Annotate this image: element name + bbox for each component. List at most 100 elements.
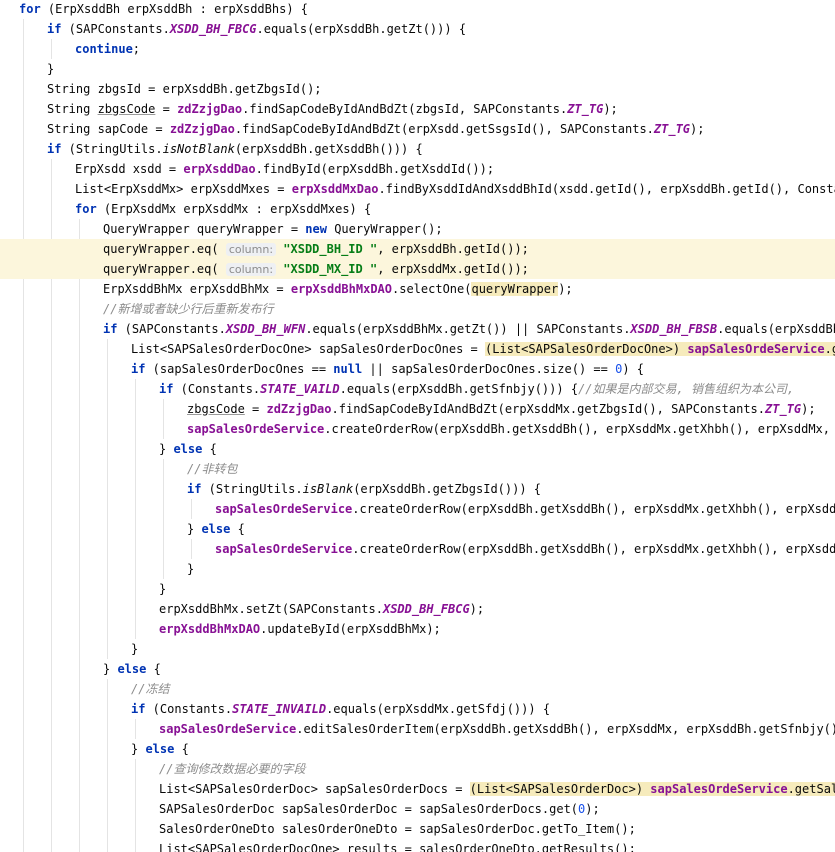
code-token: .selectOne( [392,282,472,296]
code-token: "XSDD_MX_ID " [283,262,378,276]
code-line[interactable]: for (ErpXsddMx erpXsddMx : erpXsddMxes) … [0,199,835,219]
code-token: erpXsddMxDao [291,182,379,196]
code-token: erpXsddBhMxDAO [290,282,392,296]
code-line[interactable]: } [0,59,835,79]
code-token: sapSalesOrdeService [215,502,353,516]
code-token: STATE_VAILD [260,382,340,396]
code-line[interactable]: QueryWrapper queryWrapper = new QueryWra… [0,219,835,239]
code-editor[interactable]: for (ErpXsddBh erpXsddBh : erpXsddBhs) {… [0,0,835,852]
code-token: (List<SAPSalesOrderDoc>) [469,782,651,796]
code-token: else [145,742,175,756]
code-token: } [47,62,55,76]
code-token: (sapSalesOrderDocOnes == [145,362,334,376]
code-line[interactable]: erpXsddBhMx.setZt(SAPConstants.XSDD_BH_F… [0,599,835,619]
code-token: (erpXsddBh.getXsddBh())) { [234,142,423,156]
code-comment: //冻结 [131,682,170,696]
code-token: || sapSalesOrderDocOnes.size() == [362,362,616,376]
code-line[interactable]: for (ErpXsddBh erpXsddBh : erpXsddBhs) { [0,0,835,19]
code-line[interactable]: if (sapSalesOrderDocOnes == null || sapS… [0,359,835,379]
code-line[interactable]: sapSalesOrdeService.editSalesOrderItem(e… [0,719,835,739]
code-line[interactable]: } [0,559,835,579]
code-line[interactable]: ErpXsdd xsdd = erpXsddDao.findById(erpXs… [0,159,835,179]
code-token: XSDD_BH_FBCG [169,22,257,36]
code-token: queryWrapper.eq( [103,242,226,256]
code-token: ZT_TG [765,402,802,416]
code-token: } [187,562,195,576]
code-line[interactable]: if (StringUtils.isBlank(erpXsddBh.getZbg… [0,479,835,499]
code-token: { [202,442,217,456]
code-token: .createOrderRow(erpXsddBh.getXsddBh(), e… [324,422,831,436]
code-token: else [201,522,231,536]
code-line[interactable]: if (SAPConstants.XSDD_BH_WFN.equals(erpX… [0,319,835,339]
code-token: zbgsCode [187,402,245,416]
code-token: null [333,362,363,376]
code-line[interactable]: } [0,639,835,659]
code-line[interactable]: if (Constants.STATE_VAILD.equals(erpXsdd… [0,379,835,399]
code-line[interactable]: String sapCode = zdZzjgDao.findSapCodeBy… [0,119,835,139]
code-token: erpXsddBhMxDAO [159,622,261,636]
code-line[interactable]: String zbgsCode = zdZzjgDao.findSapCodeB… [0,99,835,119]
code-token: SAPSalesOrderDoc sapSalesOrderDoc = sapS… [159,802,579,816]
code-line[interactable]: sapSalesOrdeService.createOrderRow(erpXs… [0,419,835,439]
code-token: XSDD_BH_FBSB [630,322,718,336]
code-comment: //如果是内部交易, 销售组织为本公司, [578,382,795,396]
code-line[interactable]: List<SAPSalesOrderDoc> sapSalesOrderDocs… [0,779,835,799]
code-token: zdZzjgDao [177,102,243,116]
code-line[interactable]: if (StringUtils.isNotBlank(erpXsddBh.get… [0,139,835,159]
code-token: queryWrapper [471,282,559,296]
code-token: ); [585,802,600,816]
code-token: ErpXsddBhMx erpXsddBhMx = [103,282,291,296]
code-line[interactable]: if (SAPConstants.XSDD_BH_FBCG.equals(erp… [0,19,835,39]
code-token: QueryWrapper queryWrapper = [103,222,306,236]
code-token: String zbgsId = erpXsddBh.getZbgsId(); [47,82,322,96]
code-line[interactable]: //查询修改数据必要的字段 [0,759,835,779]
code-line[interactable]: } else { [0,439,835,459]
code-token: .findByXsddIdAndXsddBhId(xsdd.getId(), e… [378,182,835,196]
code-line[interactable]: queryWrapper.eq( column: "XSDD_BH_ID ", … [0,239,835,259]
code-line[interactable]: ErpXsddBhMx erpXsddBhMx = erpXsddBhMxDAO… [0,279,835,299]
code-token: isNotBlank [162,142,235,156]
code-line[interactable]: String zbgsId = erpXsddBh.getZbgsId(); [0,79,835,99]
code-line[interactable]: } else { [0,739,835,759]
code-line[interactable]: List<SAPSalesOrderDocOne> sapSalesOrderD… [0,339,835,359]
code-token: ); [558,282,573,296]
code-token: else [173,442,203,456]
code-token: = [244,402,267,416]
code-line[interactable]: } else { [0,659,835,679]
code-line[interactable]: //非转包 [0,459,835,479]
code-line[interactable]: sapSalesOrdeService.createOrderRow(erpXs… [0,539,835,559]
code-line[interactable]: //冻结 [0,679,835,699]
code-token: } [159,582,167,596]
code-token: (erpXsddBh.getZbgsId())) { [353,482,542,496]
code-line[interactable]: sapSalesOrdeService.createOrderRow(erpXs… [0,499,835,519]
code-token: ); [603,102,618,116]
code-token: } [131,642,139,656]
code-line[interactable]: zbgsCode = zdZzjgDao.findSapCodeByIdAndB… [0,399,835,419]
code-token: .findById(erpXsddBh.getXsddId()); [255,162,495,176]
code-token: XSDD_BH_WFN [225,322,306,336]
code-token: STATE_INVAILD [232,702,327,716]
code-token: ZT_TG [653,122,691,136]
code-line[interactable]: List<ErpXsddMx> erpXsddMxes = erpXsddMxD… [0,179,835,199]
code-line[interactable]: queryWrapper.eq( column: "XSDD_MX_ID ", … [0,259,835,279]
code-token: for [19,2,41,16]
code-token: queryWrapper.eq( [103,262,226,276]
code-token: = [155,102,178,116]
code-token: ); [469,602,485,616]
code-line[interactable]: if (Constants.STATE_INVAILD.equals(erpXs… [0,699,835,719]
code-token: .updateById(erpXsddBhMx); [260,622,441,636]
code-line[interactable]: SAPSalesOrderDoc sapSalesOrderDoc = sapS… [0,799,835,819]
code-line[interactable]: } else { [0,519,835,539]
code-comment: //非转包 [187,462,238,476]
code-line[interactable]: erpXsddBhMxDAO.updateById(erpXsddBhMx); [0,619,835,639]
code-line[interactable]: //新增或者缺少行后重新发布行 [0,299,835,319]
code-line[interactable]: continue; [0,39,835,59]
code-line[interactable]: List<SAPSalesOrderDocOne> results = sale… [0,839,835,852]
code-line[interactable]: SalesOrderOneDto salesOrderOneDto = sapS… [0,819,835,839]
code-token: if [131,702,146,716]
code-line[interactable]: } [0,579,835,599]
code-token: ); [801,402,816,416]
code-token: { [146,662,161,676]
code-token: List<SAPSalesOrderDocOne> results = sale… [159,842,636,852]
code-comment: //查询修改数据必要的字段 [159,762,306,776]
